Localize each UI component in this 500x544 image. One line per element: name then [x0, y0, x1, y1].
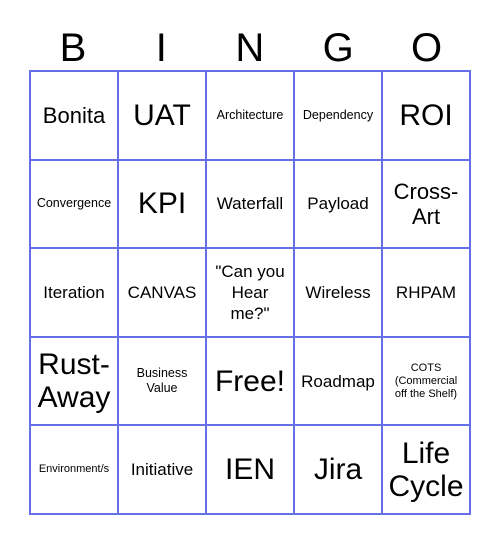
bingo-cell-label: "Can you Hear me?": [215, 261, 285, 323]
bingo-cell-label: IEN: [224, 453, 275, 487]
header-letter-i: I: [155, 26, 168, 70]
bingo-cell-label: Initiative: [130, 460, 194, 480]
bingo-cell-label: Business Value: [136, 366, 188, 396]
bingo-free-space-label: Free!: [214, 364, 286, 398]
bingo-cell[interactable]: KPI: [119, 160, 207, 250]
bingo-cell[interactable]: Environment/s: [31, 426, 119, 515]
header-letter-b: B: [59, 26, 87, 70]
bingo-cell-label: Bonita: [42, 102, 106, 128]
bingo-cell[interactable]: Life Cycle: [383, 426, 471, 515]
header-letter-g: G: [322, 26, 355, 70]
bingo-cell[interactable]: Dependency: [295, 72, 383, 161]
bingo-cell-label: UAT: [133, 98, 191, 132]
bingo-cell-label: Roadmap: [301, 371, 375, 391]
bingo-cell-label: Convergence: [36, 196, 112, 211]
bingo-cell[interactable]: Business Value: [119, 337, 207, 427]
bingo-cell-label: Dependency: [302, 107, 374, 122]
bingo-cell[interactable]: Convergence: [31, 160, 119, 250]
bingo-cell[interactable]: Roadmap: [295, 337, 383, 427]
bingo-cell[interactable]: Architecture: [207, 72, 295, 161]
bingo-cell-label: Wireless: [305, 282, 371, 302]
bingo-cell[interactable]: UAT: [119, 72, 207, 161]
bingo-cell-label: Payload: [307, 194, 369, 214]
bingo-cell-label: Environment/s: [38, 463, 110, 476]
bingo-cell-label: Waterfall: [216, 194, 284, 214]
bingo-header-row: B I N G O: [29, 14, 471, 70]
bingo-cell-label: RHPAM: [395, 282, 457, 302]
bingo-free-space-cell[interactable]: Free!: [207, 337, 295, 427]
bingo-cell-label: COTS (Commercial off the Shelf): [394, 361, 458, 400]
bingo-cell[interactable]: Cross- Art: [383, 160, 471, 250]
bingo-grid: Bonita UAT Architecture Dependency ROI C…: [29, 70, 471, 515]
bingo-cell[interactable]: COTS (Commercial off the Shelf): [383, 337, 471, 427]
bingo-cell[interactable]: Jira: [295, 426, 383, 515]
bingo-cell[interactable]: Bonita: [31, 72, 119, 161]
bingo-cell-label: CANVAS: [127, 282, 197, 302]
bingo-cell[interactable]: "Can you Hear me?": [207, 249, 295, 338]
header-letter-n: N: [235, 26, 265, 70]
bingo-cell[interactable]: Initiative: [119, 426, 207, 515]
bingo-cell-label: Architecture: [216, 107, 284, 122]
bingo-cell[interactable]: RHPAM: [383, 249, 471, 338]
bingo-cell-label: Rust- Away: [37, 348, 111, 415]
bingo-cell-label: KPI: [137, 187, 187, 221]
bingo-cell[interactable]: Wireless: [295, 249, 383, 338]
bingo-cell-label: Iteration: [43, 282, 105, 302]
bingo-cell[interactable]: Waterfall: [207, 160, 295, 250]
bingo-cell[interactable]: CANVAS: [119, 249, 207, 338]
bingo-card: B I N G O Bonita UAT Architecture Depend…: [0, 0, 500, 544]
header-letter-o: O: [411, 26, 443, 70]
bingo-cell-label: ROI: [399, 98, 453, 132]
bingo-cell[interactable]: ROI: [383, 72, 471, 161]
bingo-cell-label: Cross- Art: [393, 178, 459, 229]
bingo-cell-label: Jira: [313, 453, 363, 487]
bingo-cell[interactable]: Iteration: [31, 249, 119, 338]
bingo-cell[interactable]: IEN: [207, 426, 295, 515]
bingo-cell-label: Life Cycle: [388, 436, 464, 503]
bingo-cell[interactable]: Payload: [295, 160, 383, 250]
bingo-cell[interactable]: Rust- Away: [31, 337, 119, 427]
